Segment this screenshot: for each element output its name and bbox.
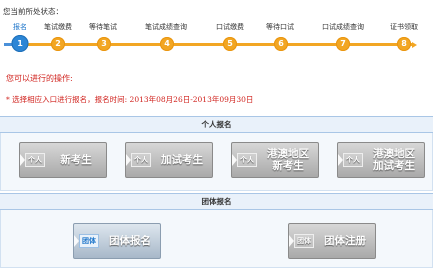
group-signup-button[interactable]: 团体 团体注册 <box>288 223 376 259</box>
step-label-8: 证书领取 <box>390 23 418 31</box>
personal-tag: 个人 <box>237 153 257 167</box>
status-title: 您当前所处状态： <box>3 7 63 16</box>
personal-tag: 个人 <box>25 153 45 167</box>
step-circle-7: 7 <box>336 37 350 51</box>
hk-macau-additional-candidate-button[interactable]: 个人 港澳地区加试考生 <box>337 142 425 178</box>
step-circle-6: 6 <box>274 37 288 51</box>
group-registration-button[interactable]: 团体 团体报名 <box>73 223 161 259</box>
registration-period-note: * 选择相应入口进行报名，报名时间: 2013年08月26日-2013年09月3… <box>6 95 254 104</box>
step-circle-1: 1 <box>11 35 29 52</box>
group-tag: 团体 <box>294 234 314 248</box>
step-circle-8: 8 <box>397 37 411 51</box>
personal-section-header: 个人报名 <box>0 116 433 133</box>
step-circle-3: 3 <box>97 37 111 51</box>
group-section-body: 团体 团体报名 团体 团体注册 <box>0 210 433 268</box>
additional-exam-candidate-label: 加试考生 <box>161 154 203 166</box>
step-label-1: 报名 <box>13 23 27 31</box>
group-section-header: 团体报名 <box>0 193 433 210</box>
personal-tag: 个人 <box>131 153 151 167</box>
additional-exam-candidate-button[interactable]: 个人 加试考生 <box>125 142 213 178</box>
hk-macau-new-candidate-button[interactable]: 个人 港澳地区新考生 <box>231 142 319 178</box>
group-signup-label: 团体注册 <box>324 235 366 247</box>
operations-title: 您可以进行的操作: <box>6 74 73 83</box>
step-circle-5: 5 <box>223 37 237 51</box>
step-circle-2: 2 <box>51 37 65 51</box>
step-bar-arrow-icon <box>412 42 417 48</box>
new-candidate-button[interactable]: 个人 新考生 <box>19 142 107 178</box>
group-tag: 团体 <box>79 234 99 248</box>
hk-macau-additional-candidate-label: 港澳地区加试考生 <box>373 148 415 172</box>
progress-steps: 报名 笔试缴费 等待笔试 笔试成绩查询 口试缴费 等待口试 口试成绩查询 证书领… <box>0 20 433 54</box>
step-label-3: 等待笔试 <box>89 23 117 31</box>
new-candidate-label: 新考生 <box>60 154 92 166</box>
step-label-4: 笔试成绩查询 <box>145 23 187 31</box>
personal-section-body: 个人 新考生 个人 加试考生 个人 港澳地区新考生 个人 港澳地区加试考生 <box>0 133 433 191</box>
step-label-2: 笔试缴费 <box>44 23 72 31</box>
step-label-5: 口试缴费 <box>216 23 244 31</box>
step-label-6: 等待口试 <box>266 23 294 31</box>
step-circle-4: 4 <box>160 37 174 51</box>
step-bar-pending <box>22 43 412 46</box>
group-registration-label: 团体报名 <box>109 235 151 247</box>
hk-macau-new-candidate-label: 港澳地区新考生 <box>267 148 309 172</box>
personal-tag: 个人 <box>343 153 363 167</box>
step-label-7: 口试成绩查询 <box>322 23 364 31</box>
